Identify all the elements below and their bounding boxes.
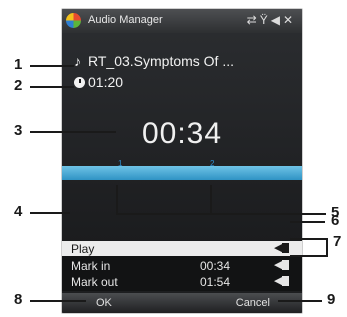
callout-line-2 (30, 86, 74, 88)
signal-icon: Ÿ (259, 13, 271, 27)
callout-line-5 (116, 213, 326, 215)
callout-line-7 (326, 238, 328, 257)
callout-line-5a (116, 185, 118, 215)
title-bar: Audio Manager ⇄Ÿ◀✕ (62, 9, 302, 33)
callout-line-7a (290, 238, 328, 240)
callout-line-1 (30, 65, 74, 67)
track-row: ♪ RT_03.Symptoms Of ... (74, 53, 234, 69)
app-title: Audio Manager (88, 14, 163, 26)
soft-key-bar: OK Cancel (62, 293, 302, 313)
menu-item-mark-in[interactable]: Mark in 00:34 ◀ (62, 258, 302, 273)
callout-4: 4 (14, 203, 23, 220)
callout-line-7b (290, 255, 328, 257)
track-name: RT_03.Symptoms Of ... (88, 53, 235, 69)
music-note-icon: ♪ (74, 53, 81, 69)
close-icon[interactable]: ✕ (283, 13, 296, 27)
mark-in-marker[interactable]: 1 (118, 159, 125, 168)
callout-line-8 (30, 300, 86, 302)
cancel-softkey[interactable]: Cancel (236, 297, 270, 309)
callout-6: 6 (331, 212, 340, 229)
flag-icon[interactable] (282, 276, 289, 286)
callout-9: 9 (327, 291, 336, 308)
ok-softkey[interactable]: OK (96, 297, 112, 309)
windows-start-icon[interactable] (66, 13, 81, 28)
menu-item-label: Play (71, 242, 95, 256)
sync-icon: ⇄ (246, 13, 260, 27)
callout-3: 3 (14, 122, 23, 139)
callout-line-9 (278, 300, 322, 302)
play-toggle-icon[interactable] (282, 243, 289, 253)
menu-item-play[interactable]: Play ◀ (62, 241, 302, 256)
action-menu: Play ◀ Mark in 00:34 ◀ Mark out 01:54 ◀ (62, 241, 302, 291)
mark-out-marker[interactable]: 2 (210, 159, 217, 168)
device-screen: Audio Manager ⇄Ÿ◀✕ ♪ RT_03.Symptoms Of ..… (61, 8, 303, 314)
callout-line-6 (290, 221, 325, 223)
duration-row: 01:20 (74, 74, 123, 90)
clock-icon (74, 77, 85, 88)
track-duration: 01:20 (88, 74, 124, 90)
menu-item-mark-out[interactable]: Mark out 01:54 ◀ (62, 274, 302, 289)
callout-8: 8 (14, 291, 23, 308)
callout-7: 7 (333, 233, 342, 250)
elapsed-time: 00:34 (141, 117, 223, 150)
volume-icon: ◀ (270, 13, 283, 27)
flag-icon[interactable] (282, 260, 289, 270)
mark-out-time: 01:54 (200, 275, 231, 289)
callout-1: 1 (14, 56, 23, 73)
mark-in-time: 00:34 (200, 259, 231, 273)
seek-bar[interactable] (62, 166, 302, 180)
menu-item-label: Mark in (71, 259, 111, 273)
callout-line-4 (30, 212, 70, 214)
callout-2: 2 (14, 77, 23, 94)
menu-item-label: Mark out (71, 275, 118, 289)
tray-icons: ⇄Ÿ◀✕ (247, 13, 296, 27)
callout-line-5b (210, 185, 212, 215)
callout-line-3 (30, 131, 116, 133)
